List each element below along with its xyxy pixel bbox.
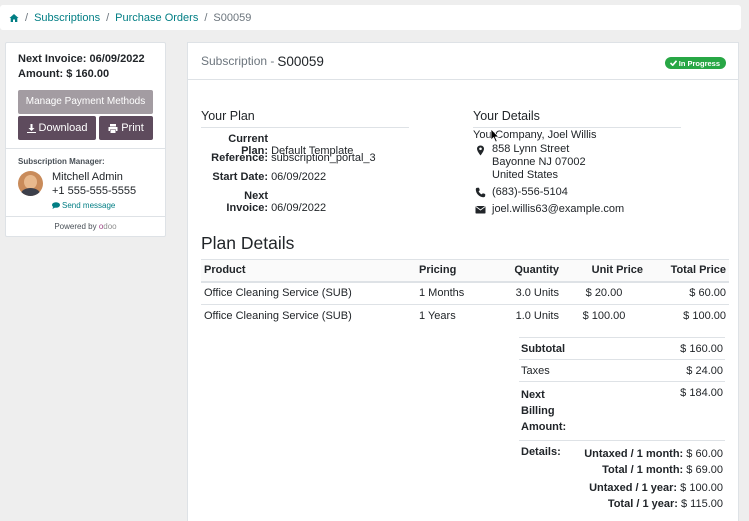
column-header-product: Product <box>201 259 416 283</box>
manager-name: Mitchell Admin <box>52 171 123 183</box>
total-year-line: Total / 1 year: $ 115.00 <box>607 498 723 510</box>
breadcrumb: / Subscriptions / Purchase Orders / S000… <box>0 5 741 30</box>
breadcrumb-separator: / <box>25 11 29 24</box>
table-header-row: Product Pricing Quantity Unit Price Tota… <box>201 259 729 283</box>
panel-header: Subscription - S00059 In Progress <box>188 43 738 80</box>
home-icon[interactable] <box>9 13 19 23</box>
cell-total-price: $ 60.00 <box>646 281 729 305</box>
cell-pricing: 1 Years <box>416 304 496 328</box>
print-button[interactable]: Print <box>99 116 153 140</box>
breadcrumb-purchase-orders[interactable]: Purchase Orders <box>115 12 198 24</box>
totals-block: Subtotal $ 160.00 Taxes $ 24.00 Next Bil… <box>519 337 725 441</box>
cell-product: Office Cleaning Service (SUB) <box>201 304 416 328</box>
subscription-manager: Subscription Manager: Mitchell Admin +1 … <box>6 149 165 217</box>
subtotal-label: Subtotal <box>521 343 565 355</box>
map-marker-icon <box>477 145 484 156</box>
details-label: Details: <box>521 446 561 458</box>
breadcrumb-separator: / <box>204 11 208 24</box>
subtotal-row: Subtotal $ 160.00 <box>519 337 725 359</box>
status-badge: In Progress <box>664 57 726 69</box>
next-billing-value: $ 184.00 <box>680 387 723 399</box>
powered-by-text: Powered by <box>54 222 97 231</box>
table-row: Office Cleaning Service (SUB) 1 Years 1.… <box>201 304 729 328</box>
phone-icon <box>475 187 486 198</box>
download-button[interactable]: Download <box>18 116 96 140</box>
month-lines: Untaxed / 1 month: $ 60.00 Total / 1 mon… <box>584 446 725 478</box>
action-buttons: Download Print <box>18 116 153 140</box>
breadcrumb-separator: / <box>106 11 110 24</box>
cell-total-price: $ 100.00 <box>646 304 729 328</box>
next-invoice-row: Next Invoice: 06/09/2022 <box>226 190 327 214</box>
send-message-label: Send message <box>62 201 116 210</box>
taxes-label: Taxes <box>521 365 550 377</box>
plan-details-table: Product Pricing Quantity Unit Price Tota… <box>201 259 729 328</box>
cell-product: Office Cleaning Service (SUB) <box>201 281 416 305</box>
print-icon <box>108 123 118 133</box>
breadcrumb-subscriptions[interactable]: Subscriptions <box>34 12 100 24</box>
manager-label: Subscription Manager: <box>18 157 105 166</box>
cell-unit-price: $ 20.00 <box>562 281 646 305</box>
next-billing-label: Next Billing Amount: <box>521 389 567 433</box>
cell-unit-price: $ 100.00 <box>562 304 646 328</box>
taxes-value: $ 24.00 <box>686 365 723 377</box>
details-email[interactable]: joel.willis63@example.com <box>492 203 624 216</box>
start-date-row: Start Date: 06/09/2022 <box>212 171 327 183</box>
details-month-group: Details: Untaxed / 1 month: $ 60.00 Tota… <box>519 446 725 478</box>
next-billing-row: Next Billing Amount: $ 184.00 <box>519 381 725 441</box>
envelope-icon <box>475 206 486 214</box>
address-line-3: United States <box>492 169 559 181</box>
manager-row: Mitchell Admin +1 555-555-5555 Send mess… <box>18 170 153 210</box>
sidebar: Next Invoice: 06/09/2022 Amount: $ 160.0… <box>5 42 166 237</box>
table-row: Office Cleaning Service (SUB) 1 Months 3… <box>201 281 729 305</box>
taxes-row: Taxes $ 24.00 <box>519 359 725 381</box>
column-header-total-price: Total Price <box>646 259 729 283</box>
odoo-logo[interactable]: odoo <box>99 222 117 231</box>
your-details-title: Your Details <box>473 109 540 123</box>
breadcrumb-current: S00059 <box>213 11 252 24</box>
download-icon <box>26 123 36 133</box>
plan-details-title: Plan Details <box>201 233 295 253</box>
subscription-label: Subscription - <box>201 54 275 68</box>
amount-text: Amount: $ 160.00 <box>18 68 110 80</box>
column-header-unit-price: Unit Price <box>562 259 646 283</box>
download-label: Download <box>38 122 88 134</box>
untaxed-year-line: Untaxed / 1 year: $ 100.00 <box>589 482 723 494</box>
mouse-cursor-icon <box>490 128 500 143</box>
cell-quantity: 1.0 Units <box>496 304 562 328</box>
details-year-group: Untaxed / 1 year: $ 100.00 Total / 1 yea… <box>519 480 725 512</box>
cell-quantity: 3.0 Units <box>496 281 562 305</box>
invoice-summary: Next Invoice: 06/09/2022 Amount: $ 160.0… <box>6 43 165 149</box>
column-header-pricing: Pricing <box>416 259 496 283</box>
subtotal-value: $ 160.00 <box>680 343 723 355</box>
column-header-quantity: Quantity <box>496 259 562 283</box>
manager-phone: +1 555-555-5555 <box>52 185 137 197</box>
untaxed-month-line: Untaxed / 1 month: $ 60.00 <box>584 448 723 460</box>
comment-icon <box>52 202 60 209</box>
subscription-name: S00059 <box>277 53 324 69</box>
address-line-1: 858 Lynn Street <box>492 143 570 155</box>
next-invoice-text: Next Invoice: 06/09/2022 <box>18 53 145 65</box>
your-plan-title: Your Plan <box>201 109 255 123</box>
manage-payment-methods-button[interactable]: Manage Payment Methods <box>18 90 153 114</box>
check-icon <box>669 60 677 66</box>
avatar <box>18 171 43 196</box>
divider <box>473 127 681 128</box>
divider <box>201 127 409 128</box>
reference-row: Reference: subscription_portal_3 <box>211 152 376 164</box>
send-message-link[interactable]: Send message <box>52 201 136 210</box>
subscription-panel: Subscription - S00059 In Progress Your P… <box>187 42 739 521</box>
total-month-line: Total / 1 month: $ 69.00 <box>602 464 723 476</box>
cell-pricing: 1 Months <box>416 281 496 305</box>
address-line-2: Bayonne NJ 07002 <box>492 156 586 168</box>
details-phone: (683)-556-5104 <box>492 186 568 198</box>
print-label: Print <box>121 122 144 134</box>
powered-by: Powered by odoo <box>6 217 165 236</box>
manager-info: Mitchell Admin +1 555-555-5555 Send mess… <box>52 170 136 210</box>
billing-details: Details: Untaxed / 1 month: $ 60.00 Tota… <box>519 440 725 512</box>
